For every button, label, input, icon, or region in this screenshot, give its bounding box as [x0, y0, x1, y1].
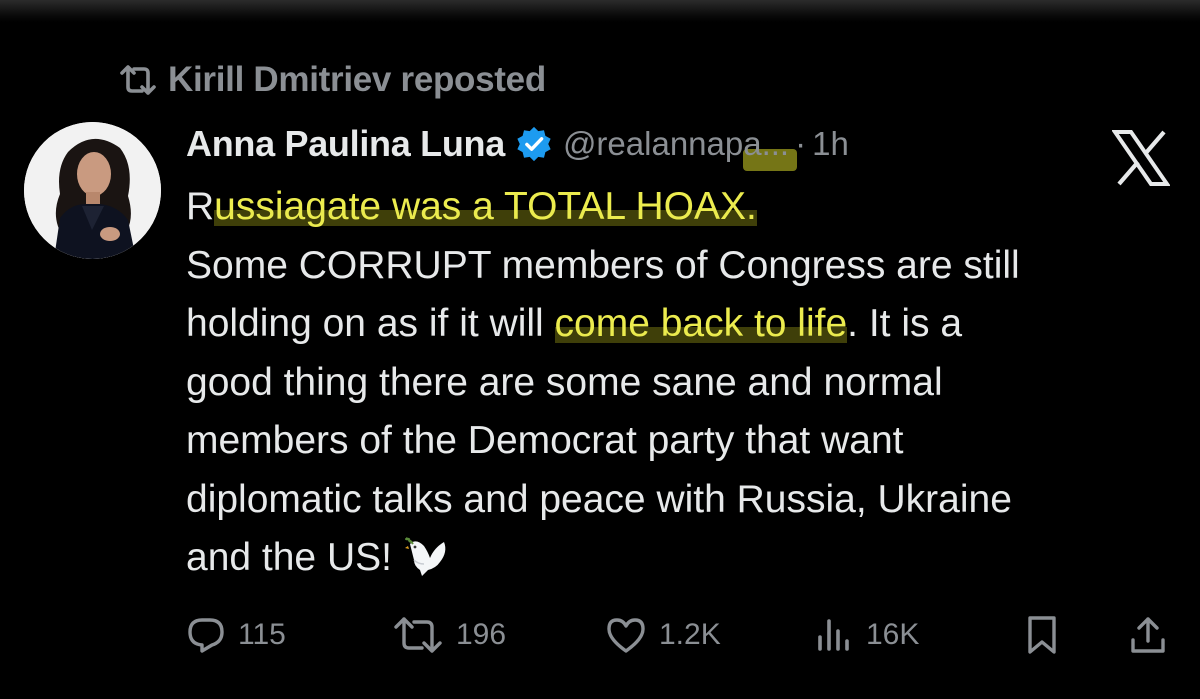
- repost-header[interactable]: Kirill Dmitriev reposted: [118, 58, 546, 102]
- like-button[interactable]: 1.2K: [605, 610, 721, 660]
- share-button[interactable]: [1128, 610, 1168, 660]
- bookmark-button[interactable]: [1024, 610, 1060, 660]
- avatar[interactable]: [24, 122, 161, 259]
- dove-emoji-icon: [404, 537, 446, 576]
- avatar-photo: [24, 122, 161, 259]
- post-frame: Kirill Dmitriev reposted Anna Paulina Lu…: [0, 0, 1200, 699]
- tweet-line-1: Russiagate was a TOTAL HOAX.: [186, 185, 757, 228]
- views-button[interactable]: 16K: [814, 610, 919, 660]
- like-count: 1.2K: [659, 618, 721, 651]
- bookmark-icon: [1028, 616, 1056, 654]
- tweet-text: Russiagate was a TOTAL HOAX. Some CORRUP…: [186, 178, 1186, 588]
- tweet-line-7: and the US!: [186, 529, 1186, 588]
- tweet-line-5: members of the Democrat party that want: [186, 419, 904, 462]
- highlight-mark: ussiagate was a TOTAL HOAX.: [214, 185, 757, 228]
- heart-icon: [607, 618, 645, 653]
- views-count: 16K: [866, 618, 920, 651]
- reply-count: 115: [238, 618, 286, 651]
- repost-label: Kirill Dmitriev reposted: [168, 60, 546, 99]
- reply-icon: [188, 618, 224, 653]
- repost-button[interactable]: 196: [392, 610, 506, 660]
- top-divider: [0, 0, 1200, 22]
- tweet-line-4: good thing there are some sane and norma…: [186, 360, 943, 404]
- share-icon: [1131, 617, 1165, 653]
- verified-badge-icon: [517, 126, 551, 162]
- action-bar: 115 196 1.2K 16K: [0, 610, 1200, 660]
- tweet-line-2: Some CORRUPT members of Congress are sti…: [186, 243, 1020, 287]
- author-name[interactable]: Anna Paulina Luna: [186, 123, 505, 165]
- reply-button[interactable]: 115: [186, 610, 286, 660]
- author-row: Anna Paulina Luna @realannapa... · 1h: [186, 120, 849, 171]
- post-time[interactable]: 1h: [812, 125, 849, 163]
- tweet-line-6: diplomatic talks and peace with Russia, …: [186, 477, 1012, 521]
- repost-icon: [394, 617, 442, 653]
- repost-icon: [120, 65, 156, 95]
- author-handle[interactable]: @realannapa...: [563, 125, 798, 171]
- tweet-line-3: holding on as if it will come back to li…: [186, 302, 963, 345]
- repost-count: 196: [456, 618, 507, 651]
- views-icon: [818, 619, 849, 651]
- highlight-mark: come back to life: [554, 302, 848, 345]
